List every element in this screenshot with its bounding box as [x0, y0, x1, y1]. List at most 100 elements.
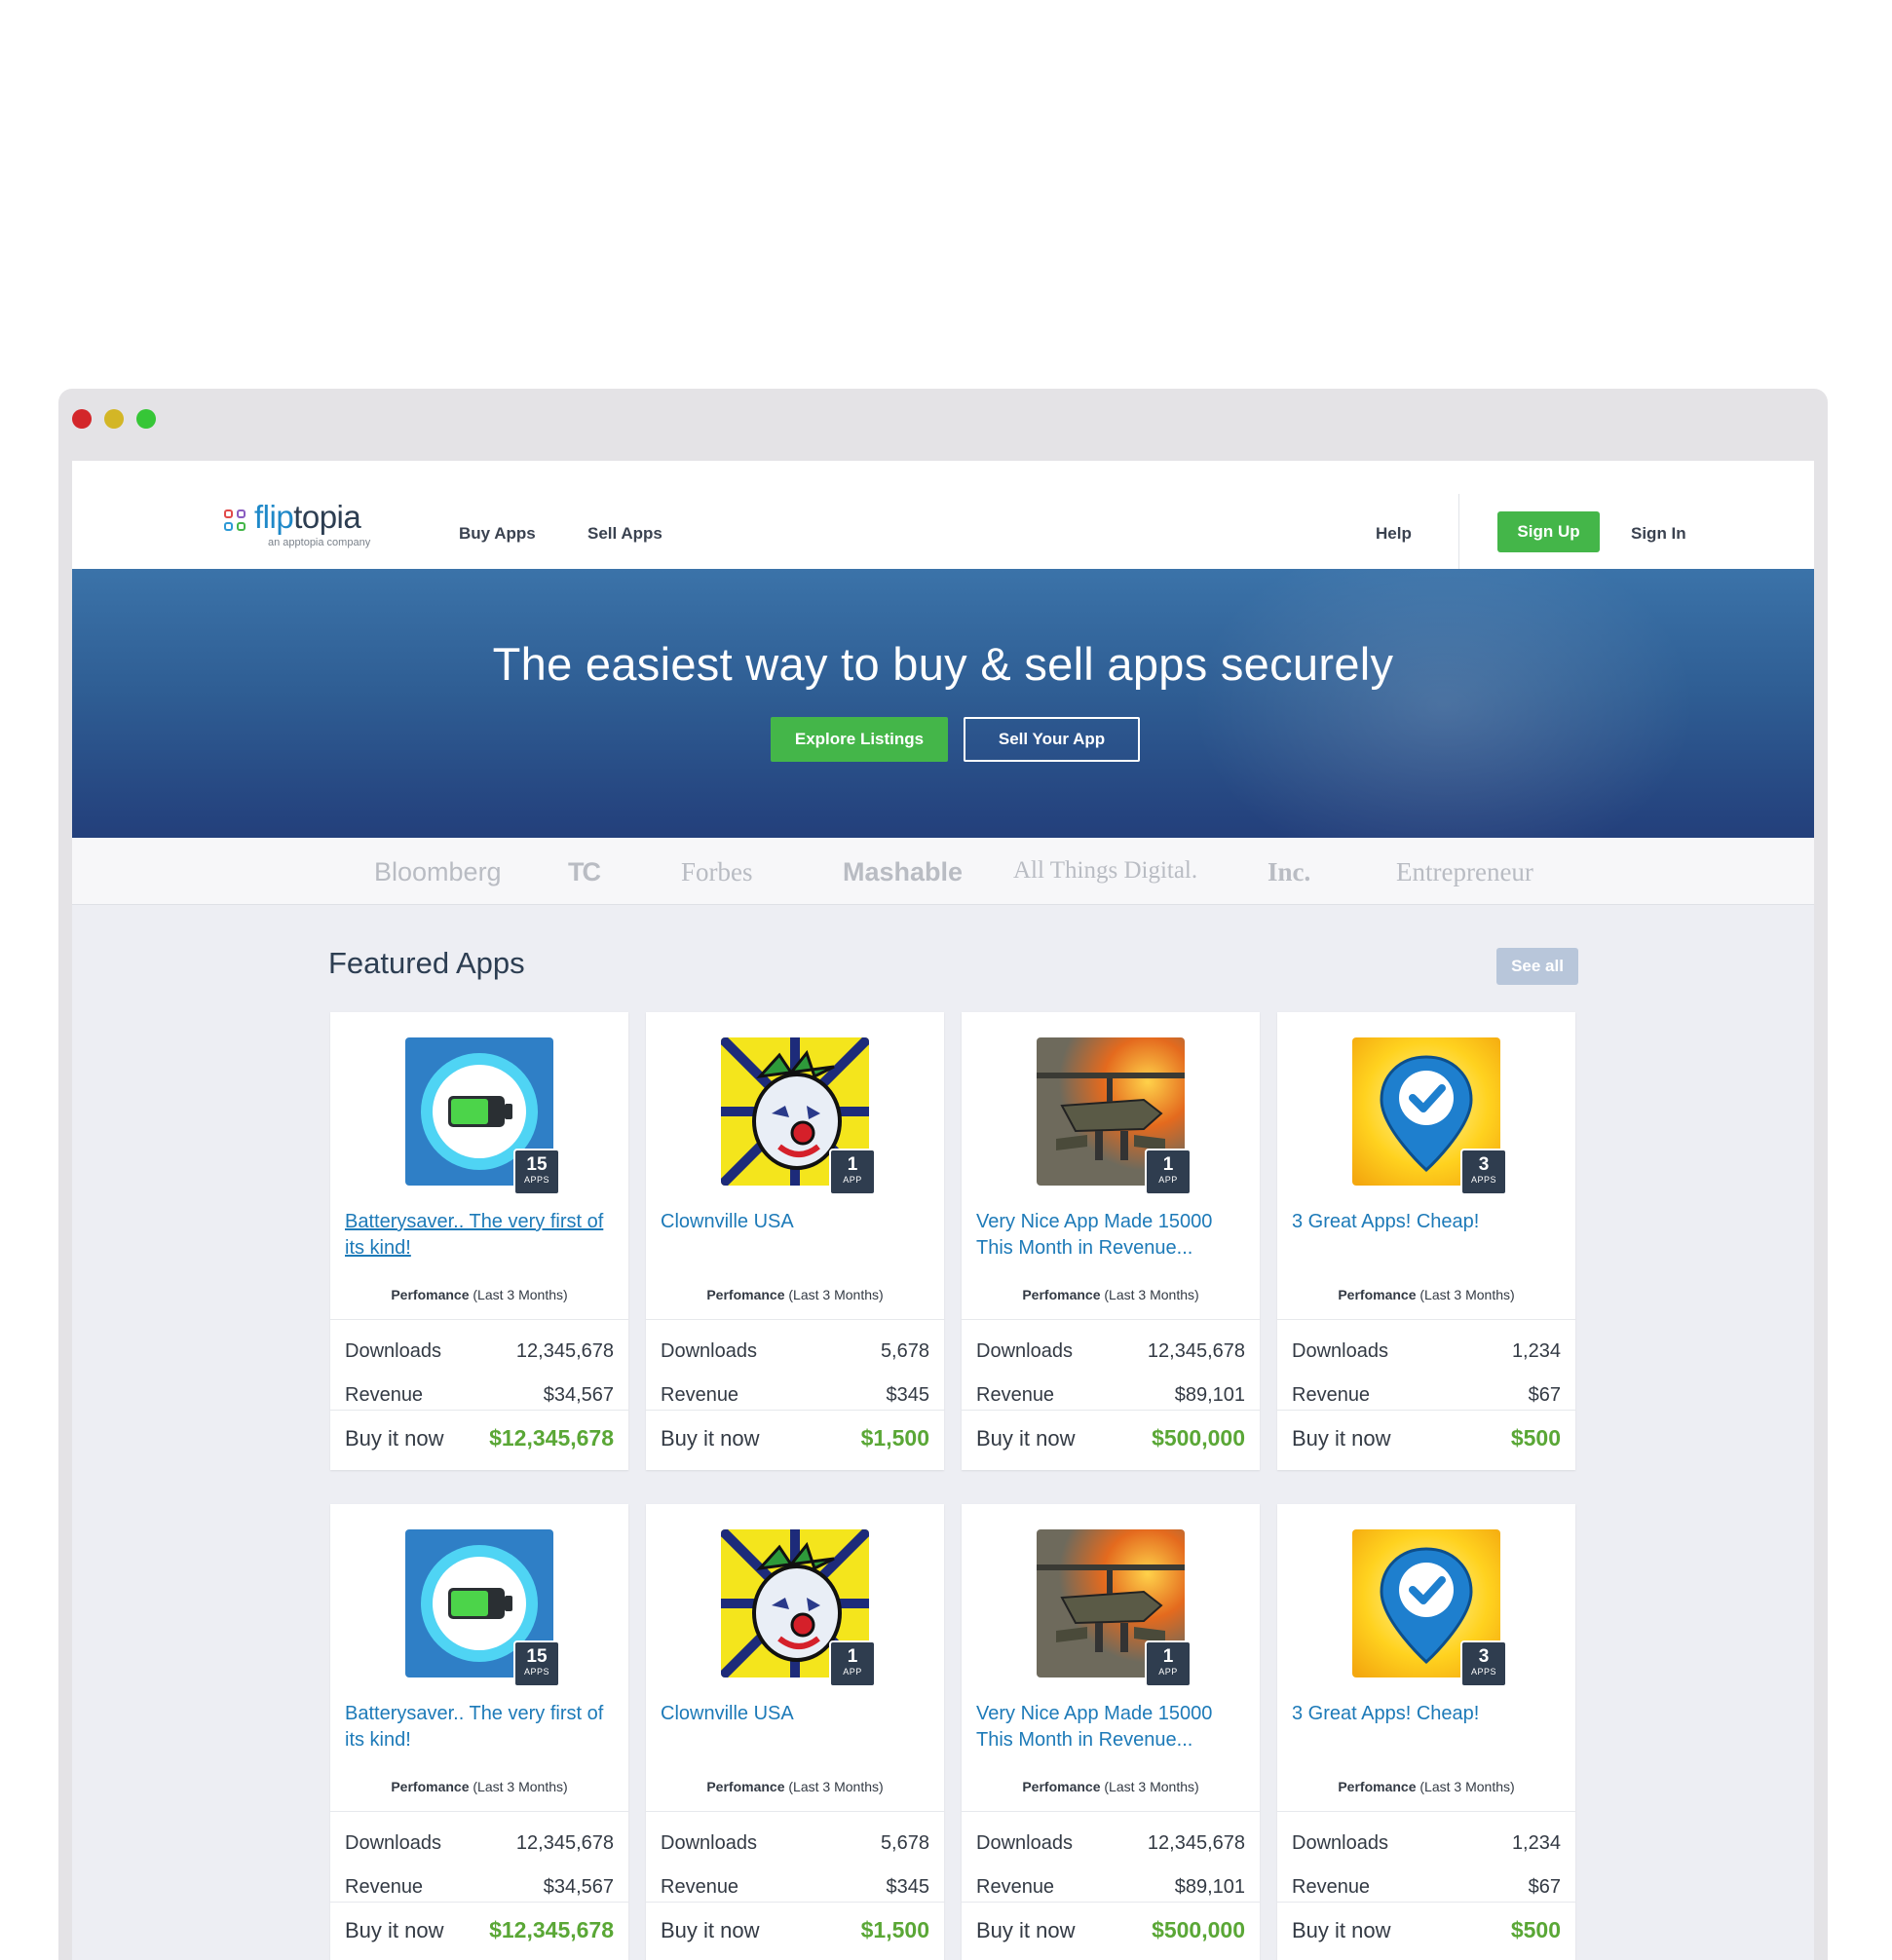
app-listing-card[interactable]: 15 APPS Batterysaver.. The very first of…	[330, 1012, 628, 1470]
divider	[646, 1811, 944, 1812]
nav-divider	[1458, 494, 1459, 569]
buy-row: Buy it now $1,500	[661, 1917, 929, 1943]
fliptopia-logo[interactable]: fliptopia an apptopia company	[224, 499, 380, 554]
buy-price: $1,500	[860, 1917, 929, 1942]
buy-it-now-label: Buy it now	[976, 1426, 1076, 1451]
close-window-button[interactable]	[72, 409, 92, 429]
buy-row: Buy it now $1,500	[661, 1425, 929, 1451]
app-count-badge: 15 APPS	[513, 1640, 560, 1687]
hero-banner: The easiest way to buy & sell apps secur…	[72, 569, 1814, 838]
buy-price: $12,345,678	[489, 1425, 614, 1451]
listing-title-link[interactable]: Very Nice App Made 15000 This Month in R…	[976, 1209, 1244, 1262]
nav-buy-apps[interactable]: Buy Apps	[459, 524, 536, 544]
revenue-row: Revenue $345	[661, 1384, 929, 1407]
app-count-unit: APPS	[523, 1667, 549, 1677]
app-listing-card[interactable]: 3 APPS 3 Great Apps! Cheap! Perfomance (…	[1277, 1504, 1575, 1960]
revenue-label: Revenue	[976, 1384, 1055, 1406]
revenue-label: Revenue	[976, 1876, 1055, 1898]
buy-row: Buy it now $12,345,678	[345, 1425, 614, 1451]
app-listing-card[interactable]: 15 APPS Batterysaver.. The very first of…	[330, 1504, 628, 1960]
press-logos-bar: Bloomberg TC Forbes Mashable All Things …	[72, 838, 1814, 905]
logo-tagline: an apptopia company	[268, 537, 371, 548]
downloads-value: 12,345,678	[1147, 1832, 1245, 1854]
press-logo-techcrunch: TC	[568, 857, 601, 886]
revenue-value: $89,101	[1174, 1384, 1245, 1406]
app-count: 15	[526, 1646, 548, 1667]
revenue-label: Revenue	[345, 1876, 424, 1898]
divider	[646, 1902, 944, 1903]
buy-price: $500	[1510, 1425, 1561, 1451]
revenue-row: Revenue $89,101	[976, 1876, 1245, 1899]
app-count-unit: APP	[843, 1667, 862, 1677]
divider	[1277, 1811, 1575, 1812]
app-count: 1	[1162, 1154, 1174, 1175]
buy-it-now-label: Buy it now	[661, 1426, 760, 1451]
divider	[1277, 1410, 1575, 1411]
revenue-row: Revenue $89,101	[976, 1384, 1245, 1407]
revenue-value: $34,567	[543, 1384, 614, 1406]
buy-price: $500	[1510, 1917, 1561, 1942]
listing-title-link[interactable]: Batterysaver.. The very first of its kin…	[345, 1209, 613, 1262]
divider	[330, 1319, 628, 1320]
divider	[646, 1410, 944, 1411]
see-all-button[interactable]: See all	[1496, 948, 1578, 985]
downloads-row: Downloads 12,345,678	[345, 1832, 614, 1855]
listing-title-link[interactable]: Clownville USA	[661, 1209, 928, 1235]
app-listing-card[interactable]: 1 APP Clownville USA Perfomance (Last 3 …	[646, 1504, 944, 1960]
nav-sell-apps[interactable]: Sell Apps	[587, 524, 662, 544]
performance-caption: Perfomance (Last 3 Months)	[1022, 1287, 1199, 1302]
app-count-badge: 15 APPS	[513, 1149, 560, 1195]
revenue-value: $67	[1528, 1876, 1561, 1898]
revenue-value: $89,101	[1174, 1876, 1245, 1898]
revenue-row: Revenue $67	[1292, 1384, 1561, 1407]
listing-title-link[interactable]: 3 Great Apps! Cheap!	[1292, 1209, 1560, 1235]
app-listing-card[interactable]: 3 APPS 3 Great Apps! Cheap! Perfomance (…	[1277, 1012, 1575, 1470]
sign-up-button[interactable]: Sign Up	[1497, 511, 1600, 552]
app-count-badge: 3 APPS	[1460, 1640, 1507, 1687]
revenue-value: $345	[886, 1384, 930, 1406]
performance-caption: Perfomance (Last 3 Months)	[391, 1779, 568, 1794]
minimize-window-button[interactable]	[104, 409, 124, 429]
app-count: 1	[847, 1154, 858, 1175]
buy-it-now-label: Buy it now	[976, 1918, 1076, 1942]
app-listing-card[interactable]: 1 APP Clownville USA Perfomance (Last 3 …	[646, 1012, 944, 1470]
buy-row: Buy it now $12,345,678	[345, 1917, 614, 1943]
performance-caption: Perfomance (Last 3 Months)	[391, 1287, 568, 1302]
app-count-unit: APPS	[1470, 1175, 1496, 1185]
revenue-label: Revenue	[661, 1384, 739, 1406]
downloads-row: Downloads 12,345,678	[976, 1832, 1245, 1855]
sell-your-app-button[interactable]: Sell Your App	[964, 717, 1140, 762]
listing-title-link[interactable]: Clownville USA	[661, 1701, 928, 1727]
page-content: fliptopia an apptopia company Buy Apps S…	[72, 461, 1814, 1960]
sign-in-link[interactable]: Sign In	[1631, 524, 1686, 544]
app-count-unit: APPS	[523, 1175, 549, 1185]
downloads-value: 1,234	[1511, 1340, 1561, 1362]
buy-it-now-label: Buy it now	[1292, 1426, 1391, 1451]
press-logo-mashable: Mashable	[843, 857, 964, 886]
downloads-row: Downloads 5,678	[661, 1340, 929, 1363]
top-nav: fliptopia an apptopia company Buy Apps S…	[72, 461, 1814, 569]
listing-title-link[interactable]: 3 Great Apps! Cheap!	[1292, 1701, 1560, 1727]
press-logo-forbes: Forbes	[681, 857, 753, 886]
revenue-label: Revenue	[345, 1384, 424, 1406]
divider	[962, 1811, 1260, 1812]
app-listing-card[interactable]: 1 APP Very Nice App Made 15000 This Mont…	[962, 1012, 1260, 1470]
explore-listings-button[interactable]: Explore Listings	[771, 717, 948, 762]
app-count: 3	[1478, 1646, 1490, 1667]
app-count-badge: 1 APP	[829, 1640, 876, 1687]
maximize-window-button[interactable]	[136, 409, 156, 429]
revenue-label: Revenue	[1292, 1384, 1371, 1406]
nav-help[interactable]: Help	[1376, 524, 1412, 544]
downloads-row: Downloads 12,345,678	[345, 1340, 614, 1363]
listing-title-link[interactable]: Very Nice App Made 15000 This Month in R…	[976, 1701, 1244, 1753]
buy-row: Buy it now $500,000	[976, 1425, 1245, 1451]
revenue-row: Revenue $34,567	[345, 1384, 614, 1407]
app-listing-card[interactable]: 1 APP Very Nice App Made 15000 This Mont…	[962, 1504, 1260, 1960]
press-logo-allthingsd: All Things Digital.	[1013, 857, 1198, 884]
downloads-row: Downloads 1,234	[1292, 1832, 1561, 1855]
buy-price: $12,345,678	[489, 1917, 614, 1942]
listing-title-link[interactable]: Batterysaver.. The very first of its kin…	[345, 1701, 613, 1753]
performance-caption: Perfomance (Last 3 Months)	[706, 1779, 884, 1794]
divider	[330, 1902, 628, 1903]
app-count-unit: APP	[1158, 1175, 1178, 1185]
